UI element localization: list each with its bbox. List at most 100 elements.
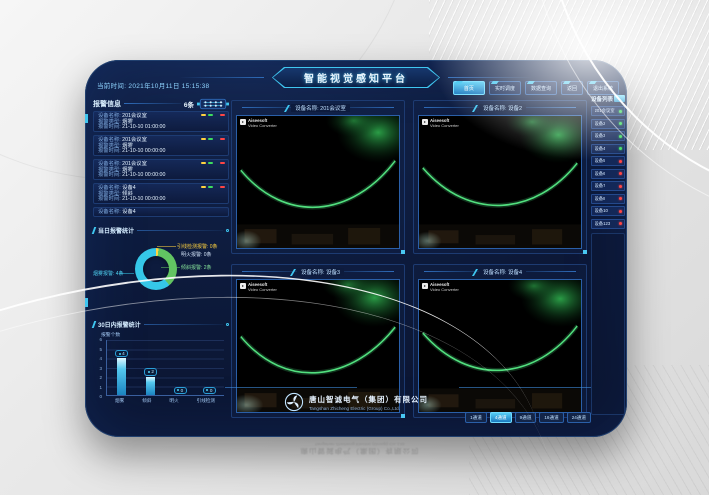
video-panel-title: 设备名称: 设备4 [414,266,586,278]
slash-icon [472,269,478,276]
edge-accent [85,114,88,123]
video-content [419,116,581,248]
watermark-icon [422,283,428,289]
title-wing-right [448,77,533,78]
video-content [237,116,399,248]
device-item[interactable]: 设备7 [591,181,625,191]
alarm-count-badge: 6条 [184,99,194,109]
channel-24-button[interactable]: 24通道 [567,412,591,423]
alarm-status-ticks [201,114,225,116]
alarm-entry[interactable]: 设备名称: 201会议室 报警类型: 烟雾 报警时间: 21-10-10 00:… [93,159,229,180]
watermark-icon [240,283,246,289]
status-dot [619,222,622,225]
status-dot [619,147,622,150]
device-item[interactable]: 设备5 [591,156,625,166]
alarm-entry[interactable]: 设备名称: 设备4 报警类型: 倾斜 报警时间: 21-10-10 00:00:… [93,183,229,204]
company-name-cn: 唐山智诚电气（集团）有限公司 [309,394,428,405]
leader-line [157,246,176,247]
alarm-sidebar: 报警信息 6条 设备名称: 201会议室 报警类型: 烟雾 报警时间: 21-1… [93,98,229,432]
device-item[interactable]: 设备8 [591,194,625,204]
leader-line [161,267,180,268]
watermark: AiseesoftVideo Converter [422,119,459,128]
video-panel-title: 设备名称: 设备2 [414,102,586,114]
daily-alarm-stats: 当日报警统计 引线检测报警: 0条 明火报警: 0条 倾斜报警: 2条 烟雾报警… [93,226,229,318]
alarm-status-ticks [201,138,225,140]
device-item[interactable]: 设备10 [591,206,625,216]
daily-donut [135,248,177,290]
slash-icon [290,269,296,276]
company-block: 唐山智诚电气（集团）有限公司 Tangshan Zhicheng Electri… [284,392,428,412]
device-item[interactable]: 201会议室 [591,106,625,116]
footer: 唐山智诚电气（集团）有限公司 Tangshan Zhicheng Electri… [85,385,627,429]
video-feed[interactable]: AiseesoftVideo Converter [418,115,582,249]
nav-back-button[interactable]: 返回 [561,81,583,95]
status-dot [619,197,622,200]
divider [137,230,223,231]
channel-4-button[interactable]: 4通道 [490,412,512,423]
slash-icon [472,105,478,112]
video-panel-1[interactable]: 设备名称: 201会议室 [231,100,405,254]
video-panel-2[interactable]: 设备名称: 设备2 AiseesoftVideo Con [413,100,587,254]
video-panel-title: 设备名称: 201会议室 [232,102,404,114]
daily-stats-title: 当日报警统计 [98,226,134,235]
status-dot [619,160,622,163]
company-logo [284,392,304,412]
alarm-entry[interactable]: 设备名称: 201会议室 报警类型: 烟雾 报警时间: 21-10-10 00:… [93,135,229,156]
section-bracket [92,321,97,328]
watermark: AiseesoftVideo Converter [240,283,277,292]
status-dot [619,122,622,125]
channel-9-button[interactable]: 9通道 [515,412,537,423]
alarm-status-ticks [201,186,225,188]
nav-home-button[interactable]: 首页 [453,81,485,95]
alarm-info-title: 报警信息 [93,99,121,109]
channel-1-button[interactable]: 1通道 [465,412,487,423]
slash-icon [284,105,290,112]
video-grid: 设备名称: 201会议室 [231,100,587,418]
device-item[interactable]: 设备2 [591,119,625,129]
bar-value-badge: 2 [144,368,157,376]
footer-reflection: 唐山智诚电气（集团）有限公司 Tangshan Zhicheng Electri… [230,442,490,456]
status-dot [619,210,622,213]
device-list-tab [614,95,625,102]
bar-value-badge: 4 [115,350,128,358]
panel-corner-handle [401,250,405,254]
status-dot [619,110,622,113]
device-item[interactable]: 设备4 [591,144,625,154]
node-dot [226,323,229,326]
status-dot [619,135,622,138]
device-item[interactable]: 设备6 [591,169,625,179]
device-item[interactable]: 设备123 [591,219,625,229]
node-dot [226,229,229,232]
donut-label-flame: 明火报警: 0条 [181,251,212,258]
alarm-list: 设备名称: 201会议室 报警类型: 烟雾 报警时间: 21-10-10 01:… [93,111,229,220]
nav-realtime-button[interactable]: 实时调度 [489,81,521,95]
alarm-entry[interactable]: 设备名称: 201会议室 报警类型: 烟雾 报警时间: 21-10-10 01:… [93,111,229,132]
donut-label-smoke: 烟雾报警: 4条 [93,270,124,277]
monthly-stats-title: 30日内报警统计 [98,320,141,329]
panel-corner-handle [583,250,587,254]
matrix-icon [197,98,229,110]
watermark: AiseesoftVideo Converter [240,119,277,128]
page-title: 智能视觉感知平台 [273,68,439,87]
video-panel-title: 设备名称: 设备3 [232,266,404,278]
platform-title-frame: 智能视觉感知平台 [272,67,440,88]
device-list-sidebar: 设备列表 201会议室 设备2 设备3 设备4 设备5 设备6 设备7 设备8 … [591,94,625,430]
alarm-status-ticks [201,162,225,164]
alarm-info-header: 报警信息 6条 [93,98,229,109]
watermark-icon [422,119,428,125]
channel-switcher: 1通道 4通道 9通道 16通道 24通道 [465,412,591,423]
watermark: AiseesoftVideo Converter [422,283,459,292]
alarm-entry[interactable]: 设备名称: 设备4 [93,207,229,217]
current-time: 当前时间: 2021年10月11日 15:15:38 [97,80,209,90]
divider [124,103,181,104]
status-dot [619,172,622,175]
channel-16-button[interactable]: 16通道 [539,412,563,423]
nav-data-query-button[interactable]: 数据查询 [525,81,557,95]
status-dot [619,185,622,188]
donut-label-tilt: 倾斜报警: 2条 [181,264,212,271]
section-bracket [92,227,97,234]
device-item[interactable]: 设备3 [591,131,625,141]
edge-accent [85,298,88,307]
video-feed[interactable]: AiseesoftVideo Converter [236,115,400,249]
nav-exit-button[interactable]: 退出系统 [587,81,619,95]
